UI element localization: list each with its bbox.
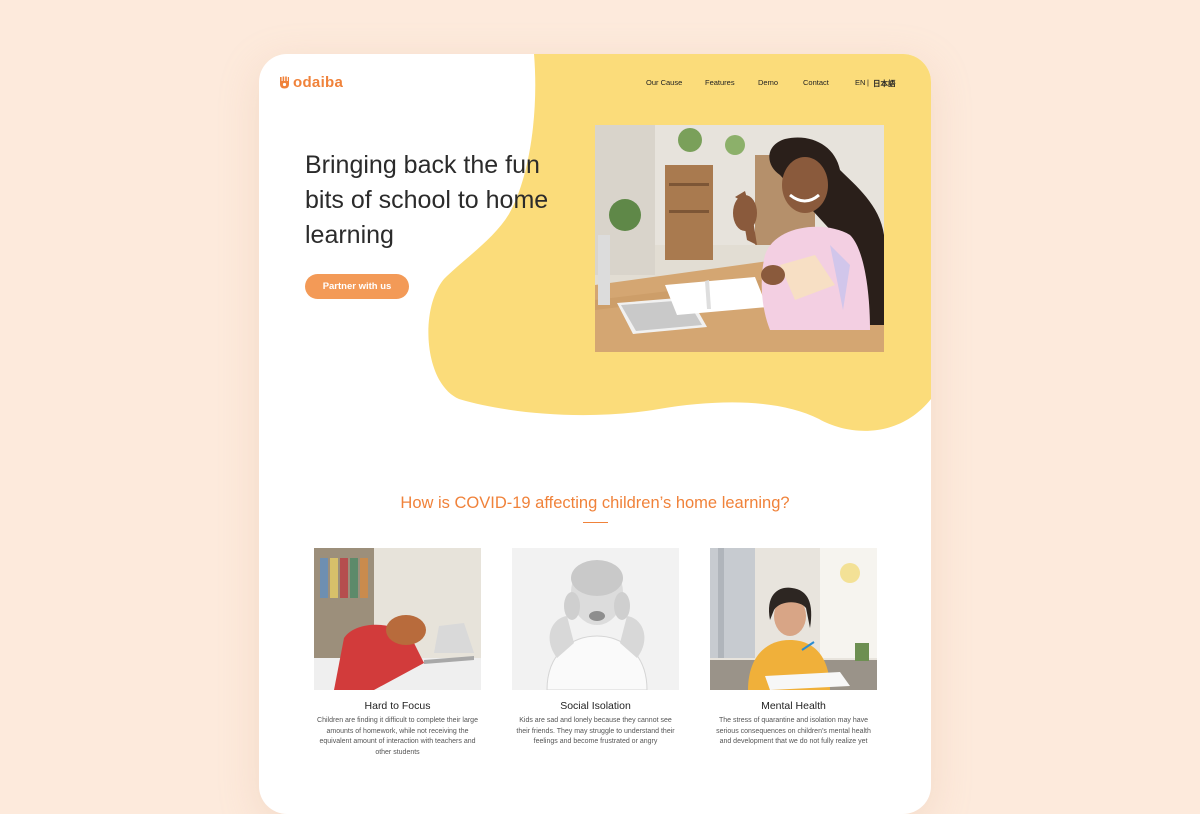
girl-waving-at-laptop-photo — [595, 125, 884, 352]
nav-features[interactable]: Features — [705, 78, 735, 87]
lang-japanese[interactable]: 日本語 — [873, 78, 896, 89]
hero-title: Bringing back the fun bits of school to … — [305, 151, 549, 249]
top-nav: Our Cause Features Demo Contact EN | 日本語 — [259, 78, 931, 92]
card-title: Hard to Focus — [364, 700, 431, 712]
section-divider — [583, 522, 608, 523]
card-title: Social Isolation — [560, 700, 631, 712]
nav-our-cause[interactable]: Our Cause — [646, 78, 682, 87]
partner-with-us-button[interactable]: Partner with us — [305, 274, 409, 299]
nav-demo[interactable]: Demo — [758, 78, 778, 87]
stressed-girl-studying-photo — [710, 548, 877, 690]
browser-frame: odaiba Our Cause Features Demo Contact E… — [259, 54, 931, 814]
card-description: The stress of quarantine and isolation m… — [716, 717, 871, 745]
card-mental-health: Mental Health The stress of quarantine a… — [710, 548, 877, 748]
lang-separator: | — [867, 78, 869, 87]
crying-boy-photo — [512, 548, 679, 690]
section-title: How is COVID-19 affecting children’s hom… — [400, 494, 790, 512]
nav-contact[interactable]: Contact — [803, 78, 829, 87]
card-social-isolation: Social Isolation Kids are sad and lonely… — [512, 548, 679, 748]
lang-en[interactable]: EN — [855, 78, 865, 87]
card-description: Kids are sad and lonely because they can… — [516, 717, 675, 745]
tired-student-on-desk-photo — [314, 548, 481, 690]
card-title: Mental Health — [761, 700, 826, 712]
card-description: Children are finding it difficult to com… — [317, 717, 478, 756]
card-hard-to-focus: Hard to Focus Children are finding it di… — [314, 548, 481, 758]
